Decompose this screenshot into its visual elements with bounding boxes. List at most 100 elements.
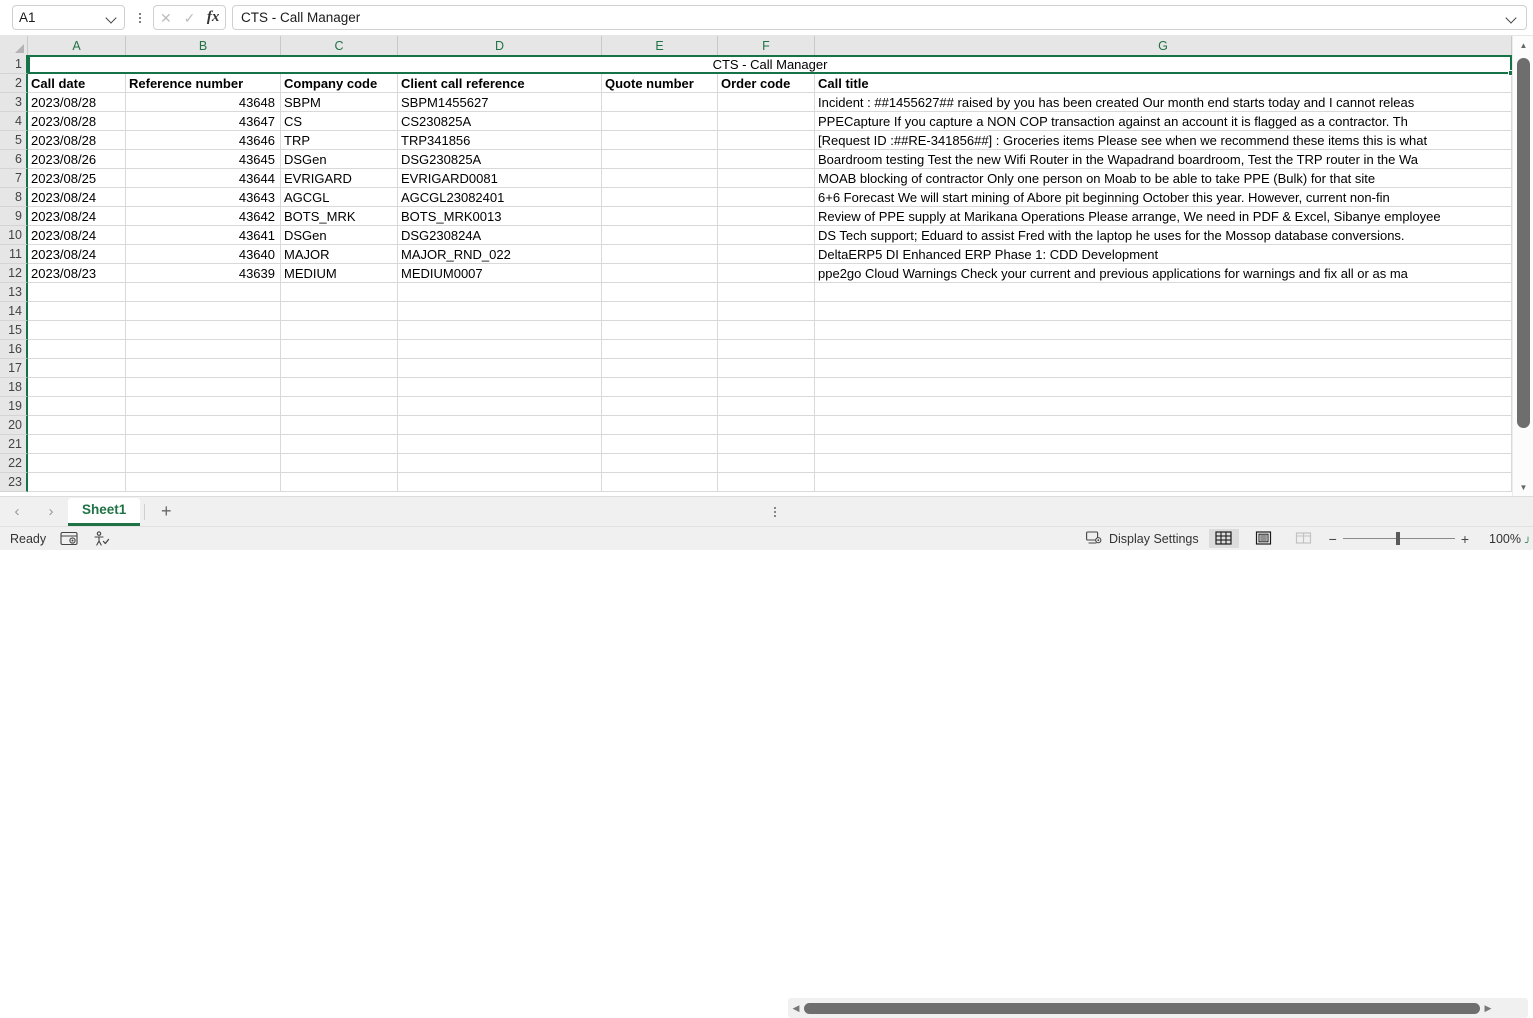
cell-e11[interactable]: [602, 245, 718, 264]
cell-f5[interactable]: [718, 131, 815, 150]
row-header-17[interactable]: 17: [0, 359, 28, 378]
cell-e6[interactable]: [602, 150, 718, 169]
row-header-18[interactable]: 18: [0, 378, 28, 397]
fx-insert-function-icon[interactable]: fx: [203, 10, 223, 25]
cell-f3[interactable]: [718, 93, 815, 112]
select-all-corner-button[interactable]: [0, 36, 28, 55]
vertical-scrollbar[interactable]: ▲ ▼: [1512, 36, 1533, 496]
cell-d9[interactable]: BOTS_MRK0013: [398, 207, 602, 226]
row-header-10[interactable]: 10: [0, 226, 28, 245]
column-header-d[interactable]: D: [398, 36, 602, 55]
cell-e18[interactable]: [602, 378, 718, 397]
cell-g23[interactable]: [815, 473, 1512, 492]
cell-b18[interactable]: [126, 378, 281, 397]
cell-b22[interactable]: [126, 454, 281, 473]
row-header-21[interactable]: 21: [0, 435, 28, 454]
cell-a6[interactable]: 2023/08/26: [28, 150, 126, 169]
row-header-2[interactable]: 2: [0, 74, 28, 93]
formula-input[interactable]: CTS - Call Manager: [232, 5, 1527, 30]
cell-c11[interactable]: MAJOR: [281, 245, 398, 264]
cell-f4[interactable]: [718, 112, 815, 131]
name-box[interactable]: A1: [12, 5, 125, 30]
cell-g20[interactable]: [815, 416, 1512, 435]
cell-b17[interactable]: [126, 359, 281, 378]
cell-g6[interactable]: Boardroom testing Test the new Wifi Rout…: [815, 150, 1512, 169]
cell-b20[interactable]: [126, 416, 281, 435]
formula-bar-expand-chevron-down-icon[interactable]: [1506, 12, 1518, 24]
zoom-slider[interactable]: − +: [1329, 531, 1469, 547]
cell-e23[interactable]: [602, 473, 718, 492]
horizontal-scrollbar[interactable]: ◀ ▶: [788, 998, 1528, 1018]
cancel-x-icon[interactable]: ✕: [156, 11, 176, 25]
cell-d16[interactable]: [398, 340, 602, 359]
resize-grip-icon[interactable]: ╯: [1525, 538, 1531, 549]
chevron-right-icon[interactable]: ›: [34, 498, 68, 526]
cell-e8[interactable]: [602, 188, 718, 207]
cell-a14[interactable]: [28, 302, 126, 321]
cell-a5[interactable]: 2023/08/28: [28, 131, 126, 150]
cell-a12[interactable]: 2023/08/23: [28, 264, 126, 283]
sheet-tab-sheet1[interactable]: Sheet1: [68, 497, 141, 526]
header-cell-a2[interactable]: Call date: [28, 74, 126, 93]
row-header-16[interactable]: 16: [0, 340, 28, 359]
cell-a13[interactable]: [28, 283, 126, 302]
row-header-7[interactable]: 7: [0, 169, 28, 188]
row-header-15[interactable]: 15: [0, 321, 28, 340]
cell-a18[interactable]: [28, 378, 126, 397]
cell-d5[interactable]: TRP341856: [398, 131, 602, 150]
cell-b13[interactable]: [126, 283, 281, 302]
cell-e12[interactable]: [602, 264, 718, 283]
cell-g7[interactable]: MOAB blocking of contractor Only one per…: [815, 169, 1512, 188]
cell-a7[interactable]: 2023/08/25: [28, 169, 126, 188]
column-header-b[interactable]: B: [126, 36, 281, 55]
cell-g13[interactable]: [815, 283, 1512, 302]
cell-c18[interactable]: [281, 378, 398, 397]
cell-a22[interactable]: [28, 454, 126, 473]
display-settings-button[interactable]: Display Settings: [1086, 530, 1199, 547]
cell-b8[interactable]: 43643: [126, 188, 281, 207]
cell-b3[interactable]: 43648: [126, 93, 281, 112]
cell-d18[interactable]: [398, 378, 602, 397]
cell-f11[interactable]: [718, 245, 815, 264]
cell-d10[interactable]: DSG230824A: [398, 226, 602, 245]
cell-b7[interactable]: 43644: [126, 169, 281, 188]
cell-c9[interactable]: BOTS_MRK: [281, 207, 398, 226]
row-header-23[interactable]: 23: [0, 473, 28, 492]
cell-d13[interactable]: [398, 283, 602, 302]
triangle-up-icon[interactable]: ▲: [1513, 36, 1533, 54]
cell-e21[interactable]: [602, 435, 718, 454]
record-macro-icon[interactable]: [60, 531, 78, 547]
triangle-down-icon[interactable]: ▼: [1513, 478, 1533, 496]
cell-d8[interactable]: AGCGL23082401: [398, 188, 602, 207]
cell-d14[interactable]: [398, 302, 602, 321]
cell-f10[interactable]: [718, 226, 815, 245]
cell-d12[interactable]: MEDIUM0007: [398, 264, 602, 283]
cell-f21[interactable]: [718, 435, 815, 454]
cell-f15[interactable]: [718, 321, 815, 340]
cell-c23[interactable]: [281, 473, 398, 492]
cell-a4[interactable]: 2023/08/28: [28, 112, 126, 131]
cell-e14[interactable]: [602, 302, 718, 321]
cell-g12[interactable]: ppe2go Cloud Warnings Check your current…: [815, 264, 1512, 283]
cell-e13[interactable]: [602, 283, 718, 302]
cell-e7[interactable]: [602, 169, 718, 188]
row-header-14[interactable]: 14: [0, 302, 28, 321]
cell-f9[interactable]: [718, 207, 815, 226]
confirm-check-icon[interactable]: ✓: [179, 11, 199, 25]
cell-a10[interactable]: 2023/08/24: [28, 226, 126, 245]
cell-d15[interactable]: [398, 321, 602, 340]
column-header-g[interactable]: G: [815, 36, 1512, 55]
cell-b6[interactable]: 43645: [126, 150, 281, 169]
cell-d21[interactable]: [398, 435, 602, 454]
header-cell-b2[interactable]: Reference number: [126, 74, 281, 93]
cell-g19[interactable]: [815, 397, 1512, 416]
plus-icon[interactable]: +: [1461, 531, 1469, 547]
cell-e19[interactable]: [602, 397, 718, 416]
cell-g18[interactable]: [815, 378, 1512, 397]
cell-g3[interactable]: Incident : ##1455627## raised by you has…: [815, 93, 1512, 112]
cell-a3[interactable]: 2023/08/28: [28, 93, 126, 112]
cell-c3[interactable]: SBPM: [281, 93, 398, 112]
row-header-5[interactable]: 5: [0, 131, 28, 150]
cell-b15[interactable]: [126, 321, 281, 340]
row-header-1[interactable]: 1: [0, 55, 28, 74]
